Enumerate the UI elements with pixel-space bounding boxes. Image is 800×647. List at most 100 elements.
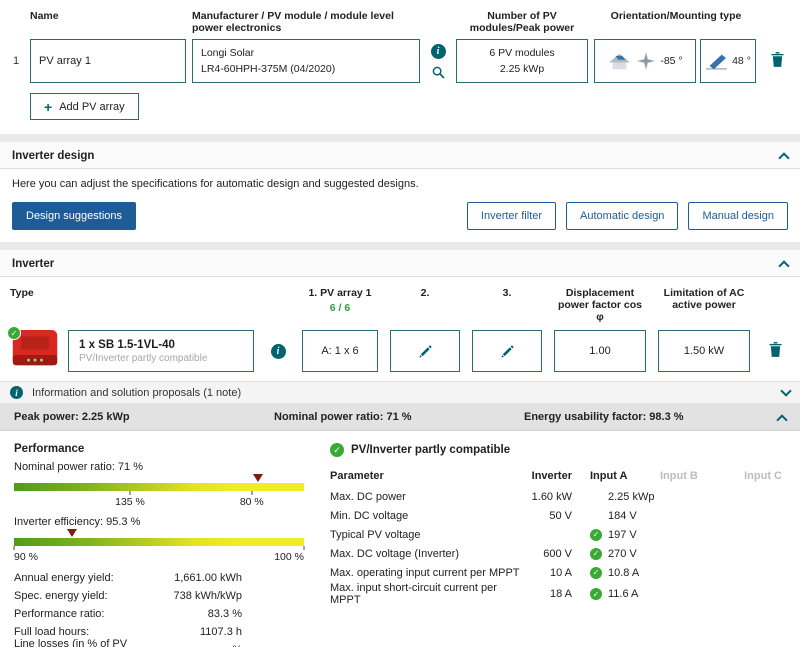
information-proposals-label: Information and solution proposals (1 no…: [32, 386, 242, 399]
cos-phi-input[interactable]: 1.00: [554, 330, 646, 372]
ac-limit-input[interactable]: 1.50 kW: [658, 330, 750, 372]
stat-label: Line losses (in % of PV energy):: [14, 638, 128, 647]
pv-design-app: Name Manufacturer / PV module / module l…: [0, 0, 800, 647]
col-header-type: Type: [10, 287, 34, 299]
module-info-icon[interactable]: [430, 43, 446, 59]
results-summary-bar[interactable]: Peak power: 2.25 kWp Nominal power ratio…: [0, 404, 800, 431]
col-header-manufacturer: Manufacturer / PV module / module level …: [192, 10, 394, 34]
expand-chevron-icon[interactable]: [780, 385, 792, 397]
module-name: LR4-60HPH-375M (04/2020): [201, 63, 336, 76]
input-a-cell: 197 V: [590, 528, 660, 541]
col-header-input-b: Input B: [660, 469, 698, 482]
pv-array-name-input[interactable]: PV array 1: [30, 39, 186, 83]
col-header-inverter: Inverter: [531, 469, 572, 482]
tilt-angle-icon: [706, 54, 727, 69]
nominal-power-ratio-gauge: Nominal power ratio: 71 % 135 % 80 %: [14, 461, 304, 510]
gauge-tick: [129, 491, 131, 495]
module-count-box[interactable]: 6 PV modules 2.25 kWp: [456, 39, 588, 83]
gauge-label: Nominal power ratio: 71 %: [14, 461, 144, 473]
inverter-select[interactable]: 1 x SB 1.5-1VL-40 PV/Inverter partly com…: [68, 330, 254, 372]
pv-array-row: 1 PV array 1 Longi Solar LR4-60HPH-375M …: [4, 39, 796, 83]
parameter-name: Max. input short-circuit current per MPP…: [330, 582, 497, 606]
inverter-efficiency-gauge: Inverter efficiency: 95.3 % 90 % 100 %: [13, 516, 305, 565]
edit-pencil-icon: [418, 344, 432, 358]
row-actions: [762, 342, 788, 360]
ok-check-icon: [590, 528, 602, 541]
pv-array-section: Name Manufacturer / PV module / module l…: [0, 0, 800, 134]
inverter-design-header[interactable]: Inverter design: [0, 142, 800, 169]
compatible-check-icon: [330, 443, 344, 457]
input-a-value: 270 V: [608, 547, 637, 560]
gauge-tick-label: 90 %: [14, 551, 38, 563]
add-pv-array-button[interactable]: Add PV array: [30, 93, 139, 120]
automatic-design-button[interactable]: Automatic design: [566, 202, 679, 230]
info-icon: [10, 386, 23, 399]
check-slot: [590, 547, 608, 560]
orientation-box[interactable]: -85 °: [594, 39, 696, 83]
inverter-info-icon[interactable]: [270, 343, 286, 359]
collapse-chevron-icon[interactable]: [776, 413, 788, 426]
inverter-header[interactable]: Inverter: [0, 250, 800, 277]
input-a-value: A: 1 x 6: [321, 345, 359, 357]
information-proposals-bar[interactable]: Information and solution proposals (1 no…: [0, 381, 800, 404]
collapse-chevron-icon[interactable]: [778, 260, 790, 272]
row-index: 1: [12, 55, 20, 67]
parameter-name: Max. DC power: [330, 490, 406, 503]
pv-array-table-header: Name Manufacturer / PV module / module l…: [4, 10, 796, 34]
module-search-icon[interactable]: [432, 66, 445, 79]
gauge-tick-label: 80 %: [239, 496, 264, 508]
delete-inverter-icon[interactable]: [768, 342, 782, 357]
manufacturer-name: Longi Solar: [201, 47, 255, 59]
inverter-design-section: Inverter design Here you can adjust the …: [0, 142, 800, 242]
gauge-track: 90 % 100 %: [13, 529, 305, 565]
pv-module-select[interactable]: Longi Solar LR4-60HPH-375M (04/2020): [192, 39, 420, 83]
pv-array-name-value: PV array 1: [39, 55, 91, 67]
parameter-name: Max. operating input current per MPPT: [330, 566, 520, 579]
gauge-bar: [14, 538, 304, 546]
input-a-config[interactable]: A: 1 x 6: [302, 330, 378, 372]
inverter-value: 50 V: [549, 509, 572, 522]
inverter-name: 1 x SB 1.5-1VL-40: [79, 338, 175, 351]
module-tools: [426, 43, 450, 79]
performance-stat-row: Performance ratio: 83.3 %: [14, 605, 304, 623]
input-c-config[interactable]: [472, 330, 542, 372]
roof-mounting-icon: [609, 53, 631, 69]
plus-icon: [44, 100, 52, 114]
results-details: Performance Nominal power ratio: 71 % 13…: [0, 431, 800, 647]
summary-energy-usability: Energy usability factor: 98.3 %: [524, 411, 684, 423]
inverter-value: 10 A: [549, 566, 572, 579]
ac-limit-value: 1.50 kW: [683, 345, 725, 357]
input-b-config[interactable]: [390, 330, 460, 372]
performance-panel: Performance Nominal power ratio: 71 % 13…: [13, 443, 305, 647]
compatibility-row: Typical PV voltage 197 V: [330, 525, 786, 544]
compatibility-title: PV/Inverter partly compatible: [351, 444, 511, 456]
delete-pv-array-icon[interactable]: [770, 52, 784, 67]
performance-stats: Annual energy yield: 1,661.00 kWh Spec. en…: [14, 569, 304, 647]
inverter-design-buttons: Design suggestions Inverter filter Autom…: [0, 194, 800, 242]
add-pv-array-label: Add PV array: [59, 100, 125, 113]
inverter-section: Inverter Type 1. PV array 1 6 / 6 2. 3. …: [0, 250, 800, 647]
inverter-design-title: Inverter design: [12, 149, 95, 162]
gauge-marker-icon: [252, 474, 263, 482]
input-a-cell: 2.25 kWp: [590, 491, 660, 503]
tilt-box[interactable]: 48 °: [700, 39, 756, 83]
col-header-ac-limit: Limitation of AC active power: [663, 287, 745, 311]
inverter-table-header: Type 1. PV array 1 6 / 6 2. 3. Displacem…: [0, 287, 800, 323]
col-header-orientation: Orientation/Mounting type: [610, 10, 742, 22]
module-count: 6 PV modules: [489, 46, 555, 59]
array1-module-count: 6 / 6: [329, 302, 351, 314]
compass-icon: [636, 51, 657, 71]
compatibility-row: Max. operating input current per MPPT 10 …: [330, 563, 786, 582]
manual-design-button[interactable]: Manual design: [688, 202, 788, 230]
inverter-filter-button[interactable]: Inverter filter: [466, 202, 557, 230]
peak-power: 2.25 kWp: [499, 63, 545, 75]
compatibility-row: Max. input short-circuit current per MPP…: [330, 582, 786, 606]
col-header-3: 3.: [502, 287, 512, 299]
orientation-cell: -85 ° 48 °: [594, 39, 758, 83]
performance-stat-row: Annual energy yield: 1,661.00 kWh: [14, 569, 304, 587]
collapse-chevron-icon[interactable]: [778, 152, 790, 164]
tilt-value: 48 °: [732, 55, 751, 67]
design-suggestions-button[interactable]: Design suggestions: [12, 202, 137, 230]
input-a-value: 10.8 A: [608, 566, 640, 579]
compatibility-title-row: PV/Inverter partly compatible: [330, 443, 786, 457]
